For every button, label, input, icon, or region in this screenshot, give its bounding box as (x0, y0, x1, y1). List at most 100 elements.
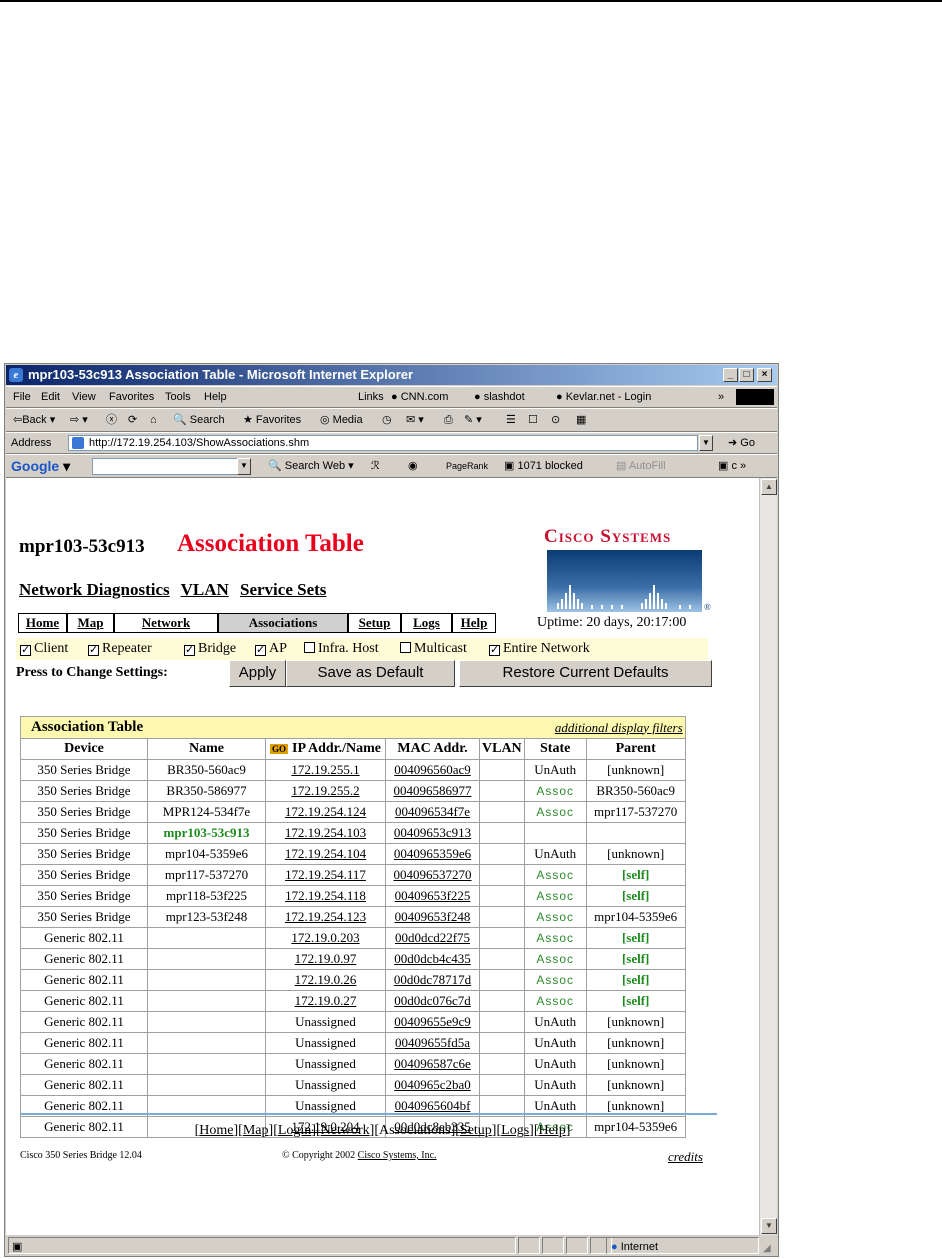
col-device[interactable]: Device (20, 738, 148, 760)
cell-ip[interactable]: 172.19.0.27 (265, 990, 386, 1012)
cell-mac[interactable]: 004096587c6e (385, 1053, 480, 1075)
menu-view[interactable]: View (72, 387, 96, 407)
address-input[interactable]: http://172.19.254.103/ShowAssociations.s… (68, 435, 698, 451)
footer-link-setup[interactable]: Setup (460, 1123, 492, 1138)
cell-mac[interactable]: 00d0dc076c7d (385, 990, 480, 1012)
maximize-button[interactable]: □ (739, 368, 754, 382)
save-default-button[interactable]: Save as Default (286, 660, 455, 687)
go-button[interactable]: ➜ Go (728, 433, 755, 453)
search-web-button[interactable]: 🔍 Search Web ▾ (268, 455, 354, 477)
filter-client[interactable]: ✓ Client (20, 638, 68, 660)
menu-edit[interactable]: Edit (41, 387, 60, 407)
tab-network[interactable]: Network (114, 613, 218, 633)
apply-button[interactable]: Apply (229, 660, 286, 687)
repeater-checkbox[interactable]: ✓ (88, 645, 99, 656)
footer-link-network[interactable]: Network (321, 1123, 370, 1138)
cell-ip[interactable]: 172.19.255.1 (265, 759, 386, 781)
tab-home[interactable]: Home (18, 613, 67, 633)
cell-mac[interactable]: 00409653f225 (385, 885, 480, 907)
menu-favorites[interactable]: Favorites (109, 387, 154, 407)
footer-link-logs[interactable]: Logs (501, 1123, 529, 1138)
tab-help[interactable]: Help (452, 613, 496, 633)
restore-defaults-button[interactable]: Restore Current Defaults (459, 660, 712, 687)
col-parent[interactable]: Parent (585, 738, 686, 760)
col-name[interactable]: Name (147, 738, 266, 760)
link-slashdot[interactable]: ● slashdot (474, 387, 525, 407)
research-icon[interactable]: ⊙ (551, 409, 560, 431)
google-dropdown-button[interactable]: ▼ (237, 458, 251, 475)
cell-ip[interactable]: 172.19.254.123 (265, 906, 386, 928)
col-state[interactable]: State (523, 738, 587, 760)
scroll-down-button[interactable]: ▼ (761, 1218, 777, 1234)
multicast-checkbox[interactable] (400, 642, 411, 653)
search-button[interactable]: 🔍 Search (173, 409, 225, 431)
messenger-icon[interactable]: ☐ (528, 409, 538, 431)
cell-mac[interactable]: 00409653c913 (385, 822, 480, 844)
service-sets-link[interactable]: Service Sets (240, 580, 326, 599)
links-chevron[interactable]: » (718, 387, 724, 407)
favorites-button[interactable]: ★ Favorites (243, 409, 301, 431)
cell-mac[interactable]: 00d0dc78717d (385, 969, 480, 991)
cell-mac[interactable]: 004096537270 (385, 864, 480, 886)
infra-host-checkbox[interactable] (304, 642, 315, 653)
tab-map[interactable]: Map (67, 613, 114, 633)
go-icon[interactable]: GO (270, 744, 289, 754)
cell-ip[interactable]: 172.19.255.2 (265, 780, 386, 802)
vlan-link[interactable]: VLAN (181, 580, 229, 599)
cell-ip[interactable]: 172.19.254.118 (265, 885, 386, 907)
refresh-icon[interactable]: ⟳ (128, 409, 137, 431)
tab-setup[interactable]: Setup (348, 613, 401, 633)
highlight-icon[interactable]: ℛ (371, 455, 380, 477)
col-ip[interactable]: GO IP Addr./Name (265, 738, 386, 760)
filter-infra-host[interactable]: Infra. Host (304, 638, 379, 660)
close-button[interactable]: × (757, 368, 772, 382)
menu-tools[interactable]: Tools (165, 387, 191, 407)
cell-mac[interactable]: 0040965359e6 (385, 843, 480, 865)
filter-bridge[interactable]: ✓ Bridge (184, 638, 236, 660)
history-icon[interactable]: ◷ (382, 409, 392, 431)
cell-ip[interactable]: 172.19.254.103 (265, 822, 386, 844)
address-dropdown-button[interactable]: ▼ (699, 435, 713, 451)
cell-ip[interactable]: 172.19.0.26 (265, 969, 386, 991)
minimize-button[interactable]: _ (723, 368, 738, 382)
mail-icon[interactable]: ✉ ▾ (406, 409, 424, 431)
cisco-copyright-link[interactable]: Cisco Systems, Inc. (358, 1150, 437, 1161)
link-kevlar[interactable]: ● Kevlar.net - Login (556, 387, 651, 407)
network-diagnostics-link[interactable]: Network Diagnostics (19, 580, 170, 599)
client-checkbox[interactable]: ✓ (20, 645, 31, 656)
google-search-input[interactable] (92, 458, 238, 475)
menu-file[interactable]: File (13, 387, 31, 407)
tab-associations[interactable]: Associations (218, 613, 348, 633)
cell-mac[interactable]: 00d0dcd22f75 (385, 927, 480, 949)
edit-icon[interactable]: ✎ ▾ (464, 409, 482, 431)
footer-link-login[interactable]: Login (278, 1123, 311, 1138)
cell-mac[interactable]: 0040965c2ba0 (385, 1074, 480, 1096)
footer-link-home[interactable]: Home (199, 1123, 233, 1138)
toolbar-extra-icon[interactable]: ▦ (576, 409, 586, 431)
resize-grip-icon[interactable]: ◢ (763, 1239, 771, 1256)
tab-logs[interactable]: Logs (401, 613, 452, 633)
media-button[interactable]: ◎ Media (320, 409, 363, 431)
scroll-up-button[interactable]: ▲ (761, 479, 777, 495)
cell-mac[interactable]: 004096586977 (385, 780, 480, 802)
google-logo[interactable]: Google ▾ (11, 455, 70, 477)
filter-multicast[interactable]: Multicast (400, 638, 467, 660)
filter-ap[interactable]: ✓ AP (255, 638, 287, 660)
ap-checkbox[interactable]: ✓ (255, 645, 266, 656)
bridge-checkbox[interactable]: ✓ (184, 645, 195, 656)
google-extra-icon[interactable]: ▣ c » (718, 455, 746, 477)
menu-help[interactable]: Help (204, 387, 227, 407)
cell-mac[interactable]: 004096560ac9 (385, 759, 480, 781)
forward-button[interactable]: ⇨ ▾ (70, 409, 88, 431)
cell-mac[interactable]: 00d0dcb4c435 (385, 948, 480, 970)
back-button[interactable]: ⇦Back ▾ (13, 409, 55, 431)
cell-ip[interactable]: 172.19.254.124 (265, 801, 386, 823)
vertical-scrollbar[interactable]: ▲ ▼ (759, 478, 777, 1235)
filter-entire-network[interactable]: ✓ Entire Network (489, 638, 590, 660)
cell-mac[interactable]: 00409655e9c9 (385, 1011, 480, 1033)
footer-link-help[interactable]: Help (538, 1123, 565, 1138)
cell-ip[interactable]: 172.19.254.117 (265, 864, 386, 886)
link-cnn[interactable]: ● CNN.com (391, 387, 448, 407)
entire-network-checkbox[interactable]: ✓ (489, 645, 500, 656)
home-icon[interactable]: ⌂ (150, 409, 157, 431)
